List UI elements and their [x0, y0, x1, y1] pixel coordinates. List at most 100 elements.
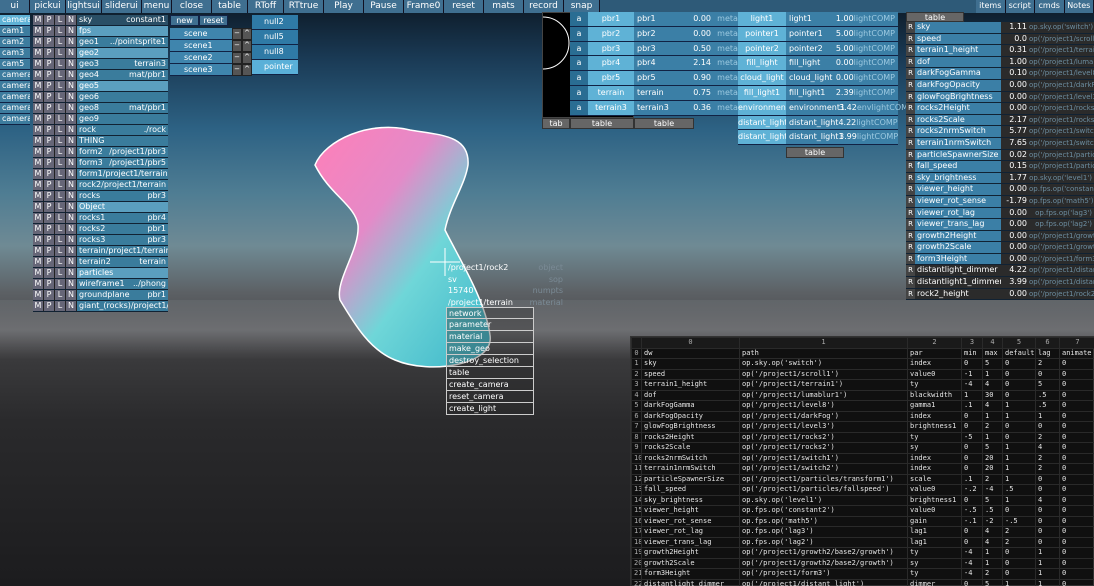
reset-button[interactable]: reset [199, 15, 228, 26]
null-item[interactable]: null2 [252, 15, 298, 30]
table-cell[interactable]: 0 [1059, 505, 1094, 517]
null-item[interactable]: null8 [252, 45, 298, 60]
table-cell[interactable]: 0 [1059, 368, 1094, 380]
light-name[interactable]: pointer1 [738, 26, 786, 42]
table-cell[interactable]: 0 [1002, 368, 1036, 380]
table-cell[interactable]: op.fps.op('lag3') [739, 526, 908, 538]
parameter-row[interactable]: Rdof1.00op('/project1/lumablur1') [906, 56, 1094, 69]
flag-l-button[interactable]: L [55, 15, 66, 25]
pbr-a-button[interactable]: a [570, 71, 588, 85]
table-cell[interactable]: 0 [631, 347, 642, 359]
top-tab-script[interactable]: script [1005, 0, 1035, 13]
flag-l-button[interactable]: L [55, 37, 66, 47]
reset-r-button[interactable]: R [906, 114, 915, 126]
light-name[interactable]: environment1 [738, 100, 786, 116]
expand-up-icon[interactable]: ^ [242, 52, 252, 64]
flag-l-button[interactable]: L [55, 290, 66, 300]
flag-m-button[interactable]: M [33, 180, 44, 190]
table-cell[interactable]: 2 [1035, 358, 1060, 370]
table-cell[interactable]: 0 [961, 463, 983, 475]
table-cell[interactable]: 0 [1059, 578, 1094, 586]
object-row[interactable]: M P L Nrocks pbr3 [33, 191, 168, 202]
reset-r-button[interactable]: R [906, 137, 915, 149]
flag-p-button[interactable]: P [44, 279, 55, 289]
table-cell[interactable]: op('/project1/particles/transform1') [739, 473, 908, 485]
reset-r-button[interactable]: R [906, 33, 915, 45]
flag-n-button[interactable]: N [66, 290, 77, 300]
table-cell[interactable]: lag1 [907, 536, 962, 548]
flag-p-button[interactable]: P [44, 48, 55, 58]
table-cell[interactable]: ty [907, 431, 962, 443]
table-cell[interactable]: sy [907, 442, 962, 454]
reset-r-button[interactable]: R [906, 242, 915, 253]
flag-m-button[interactable]: M [33, 235, 44, 245]
flag-p-button[interactable]: P [44, 136, 55, 146]
table-cell[interactable]: 0 [1059, 568, 1094, 580]
table-cell[interactable]: 1 [631, 358, 642, 370]
flag-m-button[interactable]: M [33, 48, 44, 58]
light-slider[interactable]: cloud_light 0.00 lightCOMP [786, 71, 898, 86]
camera-item[interactable]: cam5 [0, 59, 30, 70]
table-cell[interactable]: .1 [961, 400, 983, 412]
table-cell[interactable]: 17 [631, 526, 642, 538]
pbr-slider[interactable]: terrain 0.75 metallic [634, 85, 752, 101]
flag-p-button[interactable]: P [44, 15, 55, 25]
light-slider[interactable]: light1 1.00 lightCOMP [786, 12, 898, 27]
table-cell[interactable]: 5 [982, 578, 1003, 586]
context-menu-item[interactable]: create_light [446, 403, 534, 415]
flag-l-button[interactable]: L [55, 224, 66, 234]
table-cell[interactable]: op('/project1/scroll1') [739, 368, 908, 380]
table-cell[interactable]: 4 [982, 536, 1003, 548]
context-menu-item[interactable]: create_camera [446, 379, 534, 391]
table-cell[interactable]: growth2Scale [641, 557, 740, 569]
table-cell[interactable]: 0 [1059, 526, 1094, 538]
flag-m-button[interactable]: M [33, 268, 44, 278]
table-cell[interactable]: 0 [1059, 379, 1094, 391]
camera-item[interactable]: camera1 [0, 70, 30, 81]
flag-n-button[interactable]: N [66, 301, 77, 311]
light-name[interactable]: pointer2 [738, 41, 786, 57]
table-cell[interactable]: 0 [961, 410, 983, 422]
parameter-row[interactable]: Rform3Height0.00op('/project1/form3') [906, 253, 1094, 266]
table-cell[interactable]: lag1 [907, 526, 962, 538]
parameter-value[interactable]: 0.00 [1001, 288, 1029, 300]
menu-item-pickui[interactable]: pickui [30, 0, 66, 13]
table-cell[interactable]: 0 [961, 494, 983, 506]
table-cell[interactable]: viewer_rot_lag [641, 526, 740, 538]
scene-name[interactable]: scene1 [170, 40, 232, 52]
menu-item-reset[interactable]: reset [444, 0, 484, 13]
pbr-row[interactable]: a pbr3 [570, 41, 634, 57]
table-cell[interactable]: 3 [631, 379, 642, 391]
flag-l-button[interactable]: L [55, 257, 66, 267]
pbr-row[interactable]: a pbr5 [570, 71, 634, 86]
light-slider[interactable]: pointer1 5.00 lightCOMP [786, 26, 898, 42]
top-tab-notes[interactable]: Notes [1064, 0, 1094, 13]
menu-item-close[interactable]: close [172, 0, 212, 13]
camera-item[interactable]: camera [0, 15, 30, 26]
flag-p-button[interactable]: P [44, 147, 55, 157]
flag-l-button[interactable]: L [55, 169, 66, 179]
parameter-row[interactable]: Rterrain1_height0.31op('/project1/terrai… [906, 45, 1094, 57]
table-cell[interactable]: -.5 [1002, 515, 1036, 527]
reset-r-button[interactable]: R [906, 184, 915, 195]
reset-r-button[interactable]: R [906, 230, 915, 242]
table-cell[interactable]: index [907, 358, 962, 370]
context-menu-item[interactable]: material [446, 331, 534, 343]
table-cell[interactable]: op('/project1/growth2/base2/growth') [739, 547, 908, 559]
flag-m-button[interactable]: M [33, 136, 44, 146]
flag-p-button[interactable]: P [44, 257, 55, 267]
table-cell[interactable]: 0 [1059, 494, 1094, 506]
context-menu-item[interactable]: reset_camera [446, 391, 534, 403]
parameter-value[interactable]: 4.22 [1001, 265, 1029, 277]
flag-n-button[interactable]: N [66, 235, 77, 245]
table-cell[interactable]: 1 [1002, 442, 1036, 454]
pbr-a-button[interactable]: a [570, 56, 588, 71]
table-cell[interactable]: value0 [907, 484, 962, 496]
table-cell[interactable]: sky [641, 358, 740, 370]
flag-l-button[interactable]: L [55, 246, 66, 256]
flag-p-button[interactable]: P [44, 290, 55, 300]
flag-p-button[interactable]: P [44, 246, 55, 256]
flag-p-button[interactable]: P [44, 191, 55, 201]
table-cell[interactable]: 1 [1002, 473, 1036, 485]
parameter-value[interactable]: 1.77 [1001, 172, 1029, 184]
